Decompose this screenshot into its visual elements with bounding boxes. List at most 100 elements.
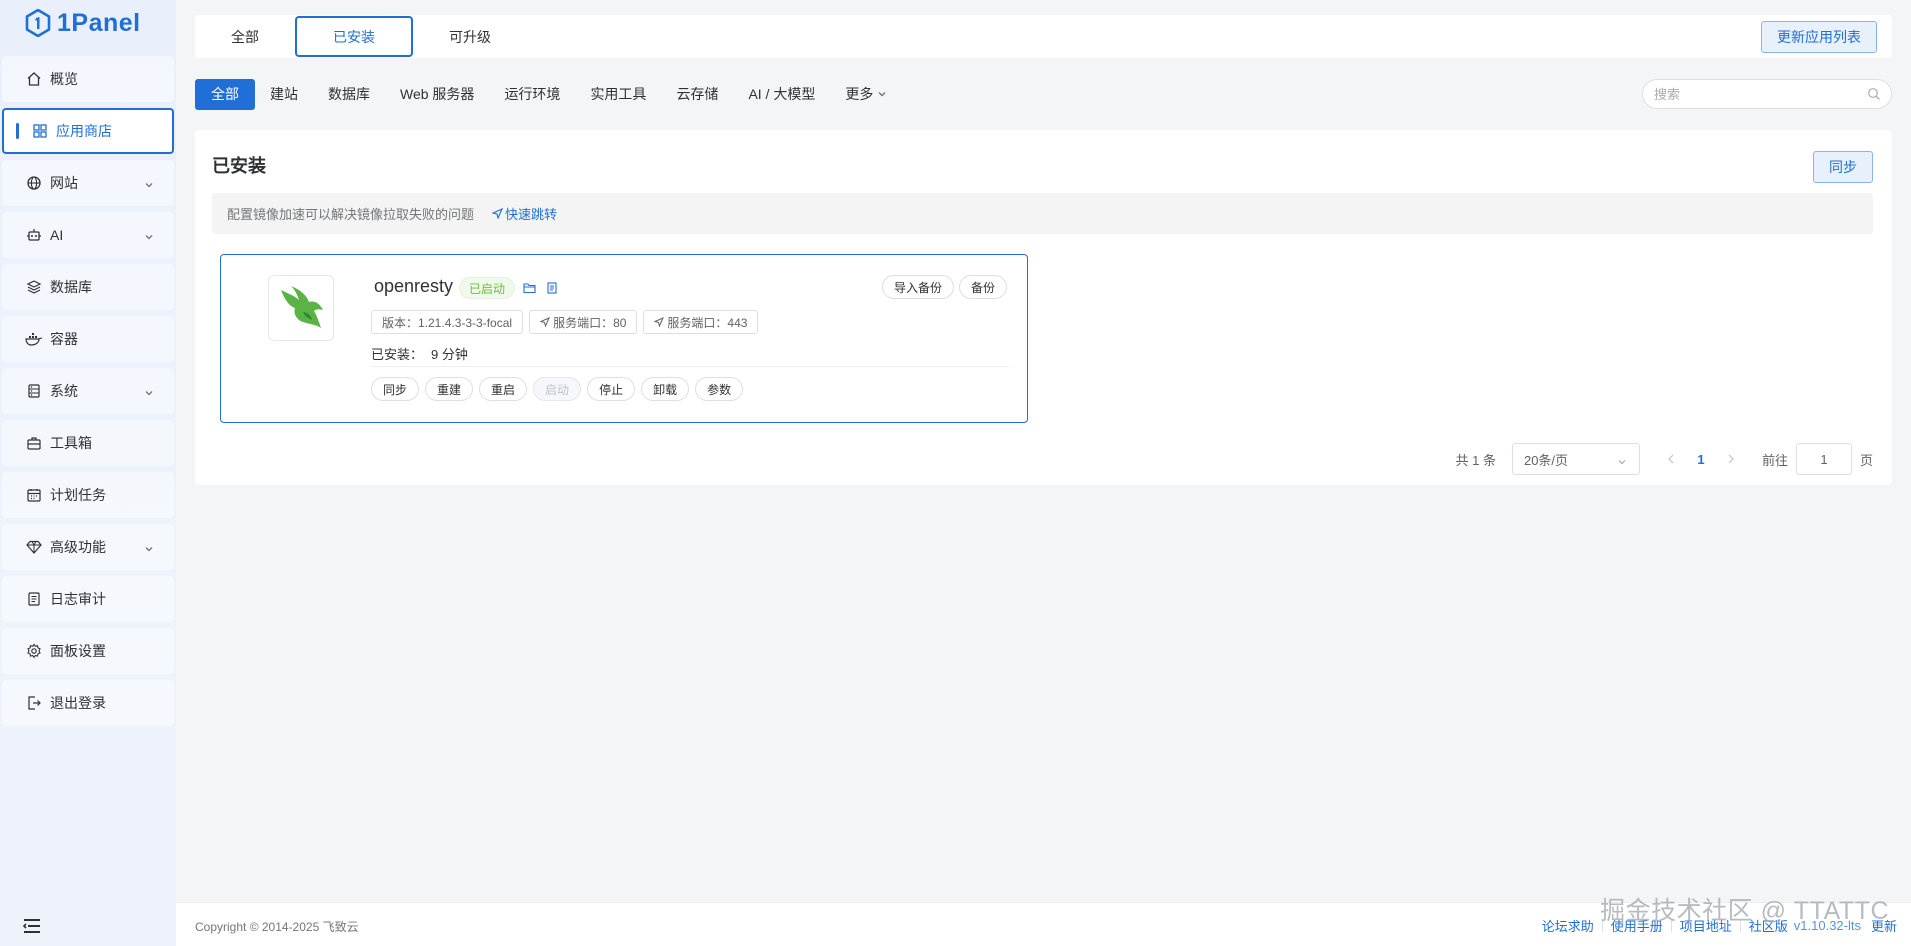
calendar-icon <box>24 485 44 505</box>
sidebar-item-log-audit[interactable]: 日志审计 <box>2 576 174 622</box>
sidebar-item-label: 容器 <box>50 331 78 347</box>
sidebar-item-app-store[interactable]: 应用商店 <box>2 108 174 154</box>
send-icon <box>492 208 504 219</box>
update-app-list-button[interactable]: 更新应用列表 <box>1761 21 1877 53</box>
filter-tools[interactable]: 实用工具 <box>575 79 661 110</box>
goto-page-input[interactable]: 1 <box>1795 443 1852 475</box>
rebuild-button[interactable]: 重建 <box>425 377 474 401</box>
app-meta-row: 版本：1.21.4.3-3-3-focal 服务端口：80 服务端口：443 <box>371 310 759 334</box>
divider <box>1670 919 1672 932</box>
divider <box>1739 919 1741 932</box>
gear-icon <box>24 641 44 661</box>
active-indicator <box>16 123 19 139</box>
footer: Copyright © 2014-2025 飞致云 论坛求助 使用手册 项目地址… <box>176 897 1911 946</box>
sidebar-item-logout[interactable]: 退出登录 <box>2 680 174 726</box>
import-backup-button[interactable]: 导入备份 <box>881 275 954 299</box>
chevron-down-icon <box>144 541 154 557</box>
start-button[interactable]: 启动 <box>533 377 582 401</box>
port-tag-443[interactable]: 服务端口：443 <box>643 310 759 334</box>
sidebar-item-cron[interactable]: 计划任务 <box>2 472 174 518</box>
chevron-down-icon <box>877 89 887 99</box>
logout-icon <box>24 693 44 713</box>
folder-icon[interactable] <box>523 281 536 297</box>
sidebar-item-toolbox[interactable]: 工具箱 <box>2 420 174 466</box>
sidebar-item-container[interactable]: 容器 <box>2 316 174 362</box>
port-tag-80[interactable]: 服务端口：80 <box>529 310 638 334</box>
category-filter-bar: 全部 建站 数据库 Web 服务器 运行环境 实用工具 云存储 AI / 大模型… <box>195 78 1892 110</box>
current-page[interactable]: 1 <box>1686 452 1716 467</box>
sync-button[interactable]: 同步 <box>1813 151 1873 183</box>
filter-database[interactable]: 数据库 <box>313 79 385 110</box>
edition-link[interactable]: 社区版 <box>1749 916 1788 935</box>
sidebar-item-system[interactable]: 系统 <box>2 368 174 414</box>
quick-jump-label: 快速跳转 <box>505 207 558 222</box>
sidebar-item-label: 工具箱 <box>50 435 92 451</box>
sidebar-item-settings[interactable]: 面板设置 <box>2 628 174 674</box>
log-icon <box>24 589 44 609</box>
sidebar: 1Panel 概览 应用商店 网站 AI 数据库 容器 系统 工具箱 计划任务 … <box>0 0 176 946</box>
chevron-down-icon <box>1617 455 1627 470</box>
prev-page-icon[interactable] <box>1656 454 1686 464</box>
filter-web-server[interactable]: Web 服务器 <box>385 79 489 110</box>
filter-storage[interactable]: 云存储 <box>661 79 733 110</box>
total-count: 共 1 条 <box>1455 452 1496 468</box>
app-name: openresty <box>374 276 454 296</box>
page-size-select[interactable]: 20条/页 <box>1511 443 1640 475</box>
forum-link[interactable]: 论坛求助 <box>1542 916 1594 935</box>
sidebar-item-label: 概览 <box>50 71 78 87</box>
tab-upgradable[interactable]: 可升级 <box>413 15 527 58</box>
sidebar-item-overview[interactable]: 概览 <box>2 56 174 102</box>
page-suffix: 页 <box>1859 452 1873 468</box>
filter-all[interactable]: 全部 <box>195 78 255 110</box>
sidebar-menu: 概览 应用商店 网站 AI 数据库 容器 系统 工具箱 计划任务 高级功能 日志… <box>0 46 176 726</box>
installed-panel: 已安装 同步 配置镜像加速可以解决镜像拉取失败的问题 快速跳转 openrest… <box>195 130 1892 485</box>
project-link[interactable]: 项目地址 <box>1680 916 1732 935</box>
chevron-down-icon <box>144 385 154 401</box>
notice-text: 配置镜像加速可以解决镜像拉取失败的问题 <box>227 207 475 222</box>
restart-button[interactable]: 重启 <box>479 377 528 401</box>
search-input[interactable] <box>1654 86 1854 102</box>
search-icon[interactable] <box>1867 87 1881 104</box>
port-text: 服务端口：443 <box>667 315 748 330</box>
app-action-row: 同步 重建 重启 启动 停止 卸载 参数 <box>371 377 744 401</box>
tab-installed[interactable]: 已安装 <box>295 16 413 57</box>
footer-links: 论坛求助 使用手册 项目地址 社区版 v1.10.32-lts 更新 <box>1542 916 1897 935</box>
docker-icon <box>24 329 44 349</box>
logo-icon <box>25 9 51 37</box>
tab-all[interactable]: 全部 <box>195 15 295 58</box>
sidebar-item-website[interactable]: 网站 <box>2 160 174 206</box>
next-page-icon[interactable] <box>1716 454 1746 464</box>
uninstall-button[interactable]: 卸载 <box>641 377 690 401</box>
filter-more[interactable]: 更多 <box>830 79 902 110</box>
brand-logo[interactable]: 1Panel <box>0 0 176 46</box>
divider <box>371 366 1009 367</box>
installed-label: 已安装： <box>371 347 424 362</box>
manual-link[interactable]: 使用手册 <box>1611 916 1663 935</box>
sidebar-item-advanced[interactable]: 高级功能 <box>2 524 174 570</box>
quick-jump-link[interactable]: 快速跳转 <box>492 204 557 223</box>
update-link[interactable]: 更新 <box>1871 916 1897 935</box>
filter-runtime[interactable]: 运行环境 <box>489 79 575 110</box>
version-label: v1.10.32-lts <box>1793 918 1861 933</box>
filter-website[interactable]: 建站 <box>255 79 313 110</box>
toolbox-icon <box>24 433 44 453</box>
send-icon <box>540 317 551 327</box>
collapse-menu-icon[interactable] <box>22 916 42 936</box>
sync-app-button[interactable]: 同步 <box>371 377 420 401</box>
document-icon[interactable] <box>546 281 558 297</box>
pagination: 共 1 条 20条/页 1 前往 1 页 <box>1455 443 1873 475</box>
filter-ai[interactable]: AI / 大模型 <box>733 79 830 110</box>
divider <box>1601 919 1603 932</box>
sidebar-item-database[interactable]: 数据库 <box>2 264 174 310</box>
diamond-icon <box>24 537 44 557</box>
backup-button[interactable]: 备份 <box>958 275 1007 299</box>
sidebar-item-ai[interactable]: AI <box>2 212 174 258</box>
app-tabs-bar: 全部 已安装 可升级 更新应用列表 <box>195 15 1892 58</box>
app-card-openresty[interactable]: openresty 已启动 导入备份 备份 版本：1.21.4.3-3-3-fo… <box>220 254 1028 423</box>
status-badge: 已启动 <box>459 277 516 299</box>
params-button[interactable]: 参数 <box>695 377 744 401</box>
grid-icon <box>30 121 50 141</box>
stop-button[interactable]: 停止 <box>587 377 636 401</box>
sidebar-item-label: 数据库 <box>50 279 92 295</box>
goto-label: 前往 <box>1761 452 1788 468</box>
